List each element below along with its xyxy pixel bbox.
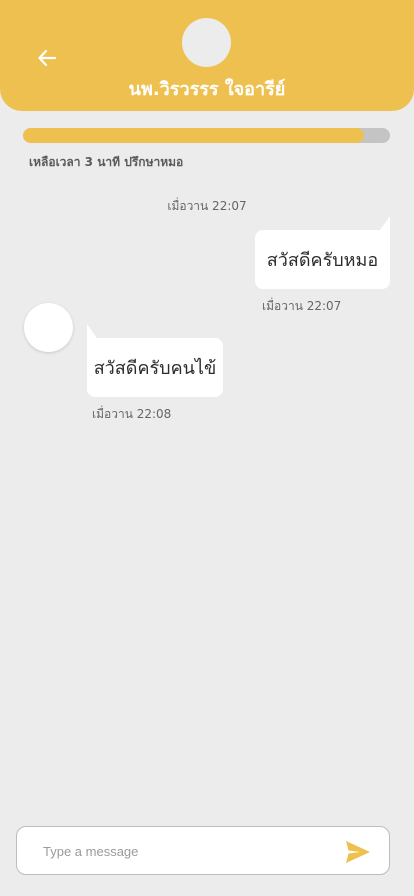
message-text: สวัสดีครับคนไข้ — [93, 358, 217, 379]
chat-header: นพ.วิรวรรร ใจอารีย์ — [0, 0, 414, 111]
message-input[interactable] — [43, 841, 343, 861]
time-left-label: เหลือเวลา 3 นาที ปรึกษาหมอ — [29, 155, 184, 169]
message-composer — [16, 826, 390, 875]
message-text: สวัสดีครับหมอ — [266, 250, 379, 271]
doctor-avatar[interactable] — [182, 18, 231, 67]
send-button[interactable] — [345, 840, 371, 864]
incoming-message-bubble[interactable]: สวัสดีครับคนไข้ — [87, 324, 223, 397]
doctor-message-avatar — [24, 303, 73, 352]
outgoing-message-bubble[interactable]: สวัสดีครับหมอ — [255, 216, 390, 289]
send-icon — [346, 841, 370, 863]
session-progress-fill — [23, 128, 365, 143]
arrow-left-icon — [38, 50, 56, 66]
doctor-name: นพ.วิรวรรร ใจอารีย์ — [128, 79, 286, 100]
session-progress-bar — [23, 128, 390, 143]
back-button[interactable] — [33, 44, 61, 72]
incoming-message-time: เมื่อวาน 22:08 — [92, 407, 172, 421]
day-separator-timestamp: เมื่อวาน 22:07 — [167, 199, 247, 213]
outgoing-message-time: เมื่อวาน 22:07 — [262, 299, 342, 313]
